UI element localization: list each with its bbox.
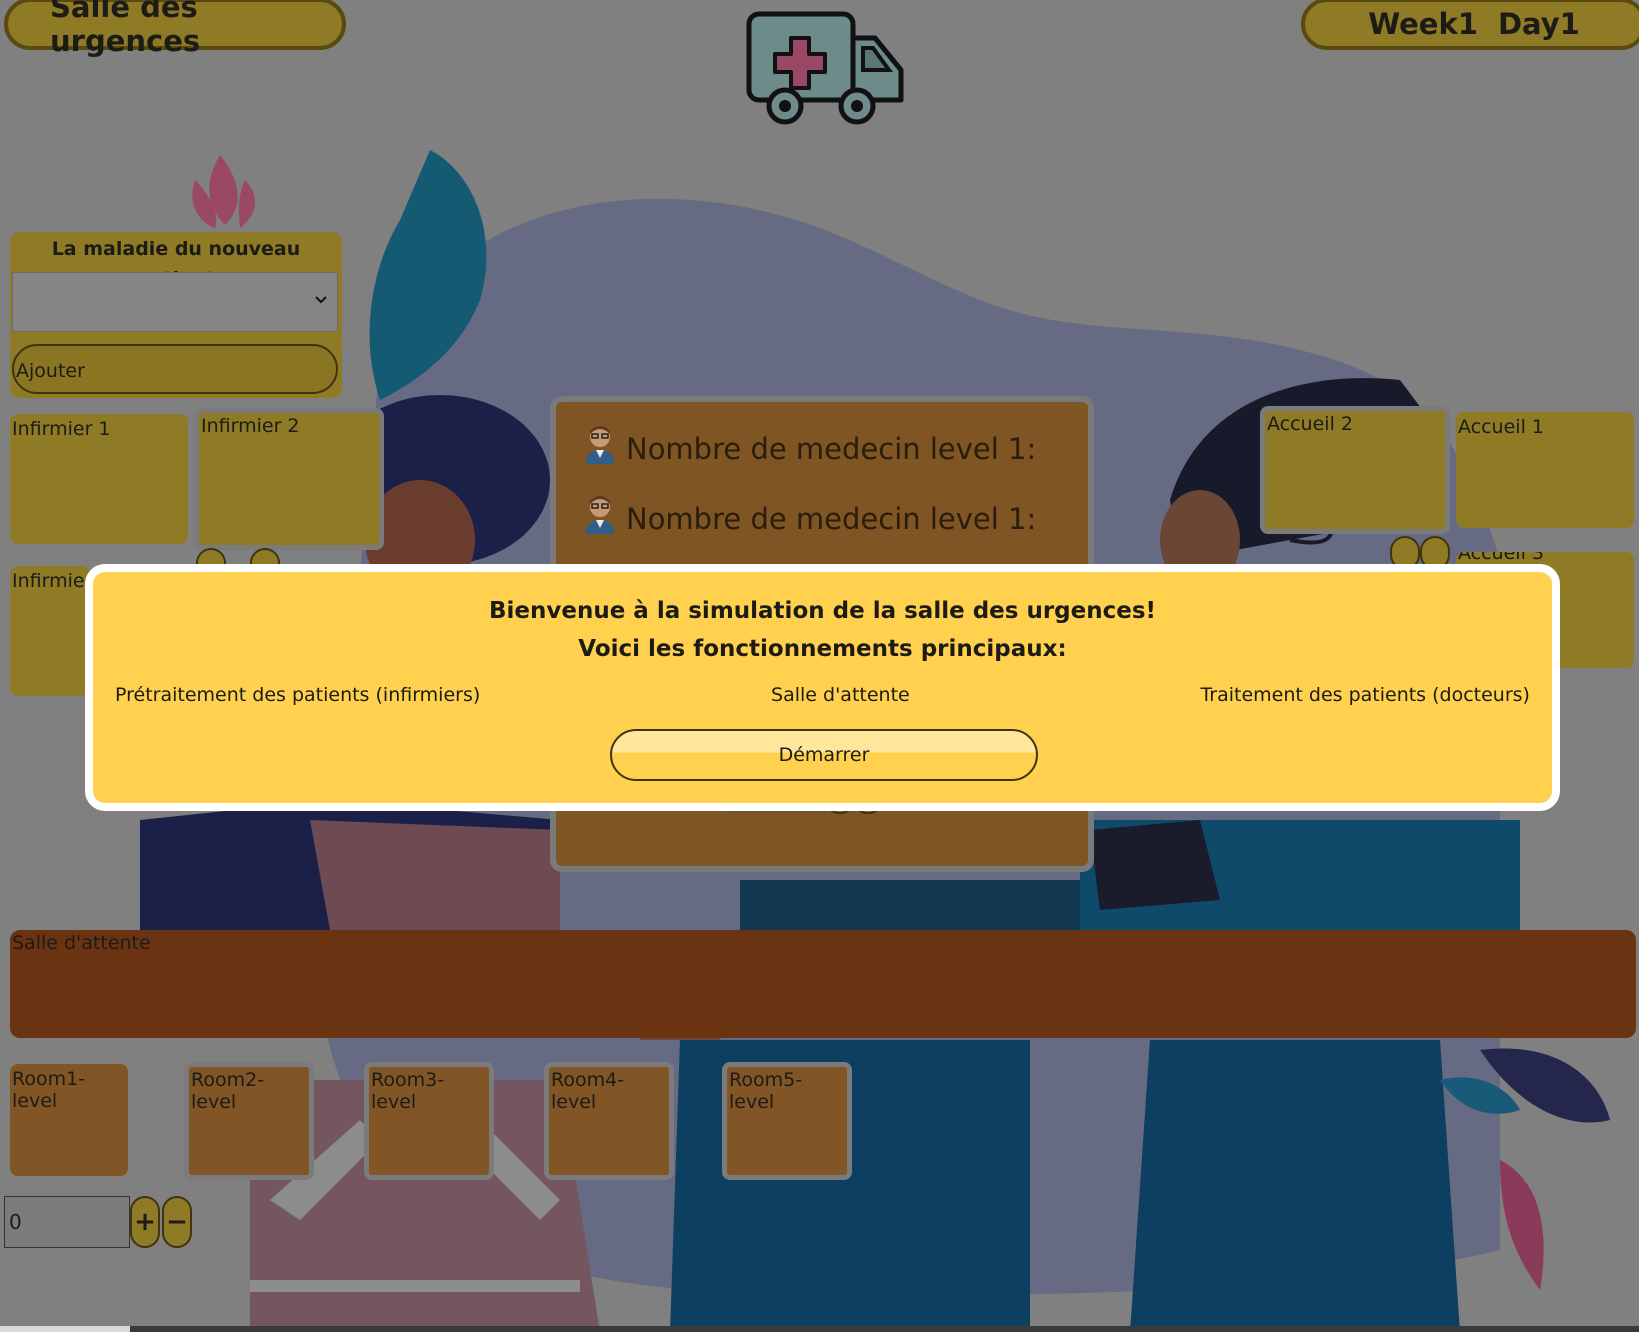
- nurse-station-label: Infirmier 1: [12, 418, 111, 440]
- room-label: Room1-level: [12, 1068, 86, 1112]
- doctor-count-label: Nombre de medecin level 1:: [626, 432, 1037, 466]
- app-title: Salle des urgences: [4, 0, 346, 58]
- reception-desk-label: Accueil 3: [1458, 552, 1544, 564]
- minus-icon: −: [166, 1207, 188, 1237]
- feature-nurses: Prétraitement des patients (infirmiers): [115, 684, 481, 706]
- start-button[interactable]: Démarrer: [610, 729, 1038, 781]
- week-label: Week1: [1368, 7, 1478, 41]
- welcome-heading: Bienvenue à la simulation de la salle de…: [488, 598, 1157, 624]
- room-label: Room5-level: [729, 1069, 803, 1113]
- doctor-avatar-icon: [586, 496, 614, 534]
- treatment-room-1[interactable]: Room1-level: [10, 1064, 128, 1176]
- add-patient-button[interactable]: Ajouter: [12, 344, 338, 394]
- room-label: Room4-level: [551, 1069, 625, 1113]
- room-count-input[interactable]: 0: [4, 1196, 130, 1248]
- new-patient-title: La maladie du nouveau patient: [51, 238, 301, 290]
- doctor-count-row: Nombre de medecin level 1:: [586, 496, 1037, 536]
- waiting-room-area: Salle d'attente: [10, 930, 1636, 1038]
- feature-doctors: Traitement des patients (docteurs): [1200, 684, 1530, 706]
- treatment-room-2[interactable]: Room2-level: [184, 1062, 314, 1180]
- nurse-station-label: Infirmier: [12, 570, 93, 592]
- room-minus-button[interactable]: −: [162, 1196, 192, 1248]
- reception-desk-2[interactable]: Accueil 2: [1260, 406, 1450, 534]
- room-plus-button[interactable]: +: [130, 1196, 160, 1248]
- welcome-subheading: Voici les fonctionnements principaux:: [578, 636, 1067, 662]
- chevron-down-icon: [315, 296, 327, 304]
- feature-waiting-room: Salle d'attente: [771, 684, 910, 706]
- feature-list: Prétraitement des patients (infirmiers) …: [93, 684, 1552, 706]
- reception-desk-1[interactable]: Accueil 1: [1456, 412, 1634, 528]
- disease-select[interactable]: [12, 272, 338, 332]
- bottom-bar: [0, 1326, 1639, 1332]
- room-label: Room2-level: [191, 1069, 265, 1113]
- room-label: Room3-level: [371, 1069, 445, 1113]
- treatment-room-3[interactable]: Room3-level: [364, 1062, 494, 1180]
- ambulance-icon: [746, 11, 904, 125]
- nurse-station-2[interactable]: Infirmier 2: [194, 408, 384, 550]
- treatment-room-5[interactable]: Room5-level: [722, 1062, 852, 1180]
- app-title-text: Salle des urgences: [50, 0, 201, 58]
- reception-desk-label: Accueil 1: [1458, 416, 1544, 438]
- welcome-dialog: Bienvenue à la simulation de la salle de…: [85, 564, 1560, 811]
- doctor-count-label: Nombre de medecin level 1:: [626, 502, 1037, 536]
- day-label: Day1: [1497, 7, 1580, 41]
- plus-icon: +: [134, 1207, 156, 1237]
- waiting-room-label: Salle d'attente: [12, 932, 151, 954]
- nurse-station-3[interactable]: Infirmier: [10, 566, 93, 696]
- reception-desk-label: Accueil 2: [1267, 413, 1353, 435]
- treatment-room-4[interactable]: Room4-level: [544, 1062, 674, 1180]
- bottom-bar-segment: [0, 1326, 130, 1332]
- doctor-count-row: Nombre de medecin level 1:: [586, 426, 1037, 466]
- doctor-avatar-icon: [586, 426, 614, 464]
- new-patient-panel: La maladie du nouveau patient Ajouter: [10, 232, 342, 398]
- week-day-indicator: Week1 Day1: [1301, 0, 1639, 50]
- nurse-station-1[interactable]: Infirmier 1: [10, 414, 188, 544]
- nurse-station-label: Infirmier 2: [201, 415, 300, 437]
